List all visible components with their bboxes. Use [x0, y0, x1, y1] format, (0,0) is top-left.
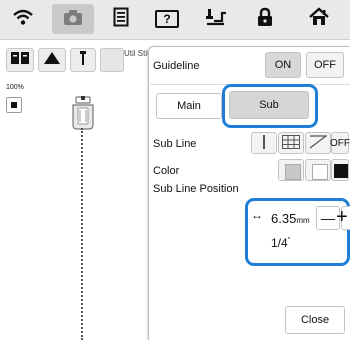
- position-inch-number: 1/4: [271, 236, 288, 250]
- home-button[interactable]: [298, 4, 340, 34]
- needle-select-button[interactable]: [70, 48, 96, 72]
- help-button[interactable]: ?: [146, 4, 188, 34]
- position-value-mm: 6.35mm: [271, 211, 310, 226]
- sub-line-angle-button[interactable]: [305, 132, 331, 154]
- wifi-button[interactable]: [2, 4, 44, 34]
- help-icon: ?: [155, 10, 179, 28]
- angle-line-icon: [309, 134, 328, 152]
- thread-color-chip[interactable]: [6, 97, 22, 113]
- guideline-on-button[interactable]: ON: [265, 52, 301, 78]
- color-gray-button[interactable]: [278, 159, 304, 181]
- lock-button[interactable]: [244, 4, 286, 34]
- sub-line-vertical-button[interactable]: [251, 132, 277, 154]
- document-icon: [113, 7, 129, 32]
- zoom-level: 100%: [6, 84, 24, 91]
- position-mm-unit: mm: [296, 216, 310, 225]
- tab-main[interactable]: Main: [156, 93, 222, 119]
- pattern-book-icon: [10, 51, 30, 70]
- position-mm-number: 6.35: [271, 211, 297, 226]
- sub-line-grid-button[interactable]: [278, 132, 304, 154]
- stitch-line: [81, 128, 83, 340]
- utility-stitch-label: Util Stit: [124, 49, 150, 58]
- presser-foot-button[interactable]: [38, 48, 66, 72]
- guideline-off-button[interactable]: OFF: [306, 52, 344, 78]
- triangle-icon: [43, 51, 61, 70]
- camera-button[interactable]: [52, 4, 94, 34]
- presser-foot-icon: [66, 96, 100, 135]
- vertical-line-icon: [258, 134, 270, 152]
- gray-swatch: [285, 164, 301, 180]
- sub-line-off-button[interactable]: OFF: [330, 132, 350, 154]
- color-white-button[interactable]: [305, 159, 331, 181]
- home-icon: [308, 6, 330, 32]
- needle-button[interactable]: [196, 4, 238, 34]
- close-button[interactable]: Close: [285, 306, 345, 334]
- position-value-inch: 1/4": [271, 236, 290, 250]
- plus-icon: +: [336, 206, 348, 228]
- lock-icon: [256, 7, 274, 32]
- needle-small-icon: [78, 50, 88, 71]
- help-label: ?: [163, 12, 171, 26]
- black-swatch: [334, 164, 348, 178]
- white-swatch: [312, 164, 328, 180]
- color-label: Color: [153, 165, 180, 177]
- grid-icon: [282, 134, 300, 152]
- camera-icon: [62, 8, 84, 31]
- sub-line-label: Sub Line: [153, 138, 197, 150]
- inch-mark: ": [287, 237, 291, 244]
- wifi-icon: [12, 8, 34, 31]
- pattern-book-button[interactable]: [6, 48, 34, 72]
- utility-stitch-tab[interactable]: [100, 48, 124, 72]
- needle-icon: [204, 7, 230, 32]
- tab-sub[interactable]: Sub: [229, 91, 309, 119]
- document-button[interactable]: [100, 4, 142, 34]
- sub-line-position-label: Sub Line Position: [153, 183, 239, 195]
- guideline-label: Guideline: [153, 60, 200, 72]
- color-black-button[interactable]: [331, 159, 349, 181]
